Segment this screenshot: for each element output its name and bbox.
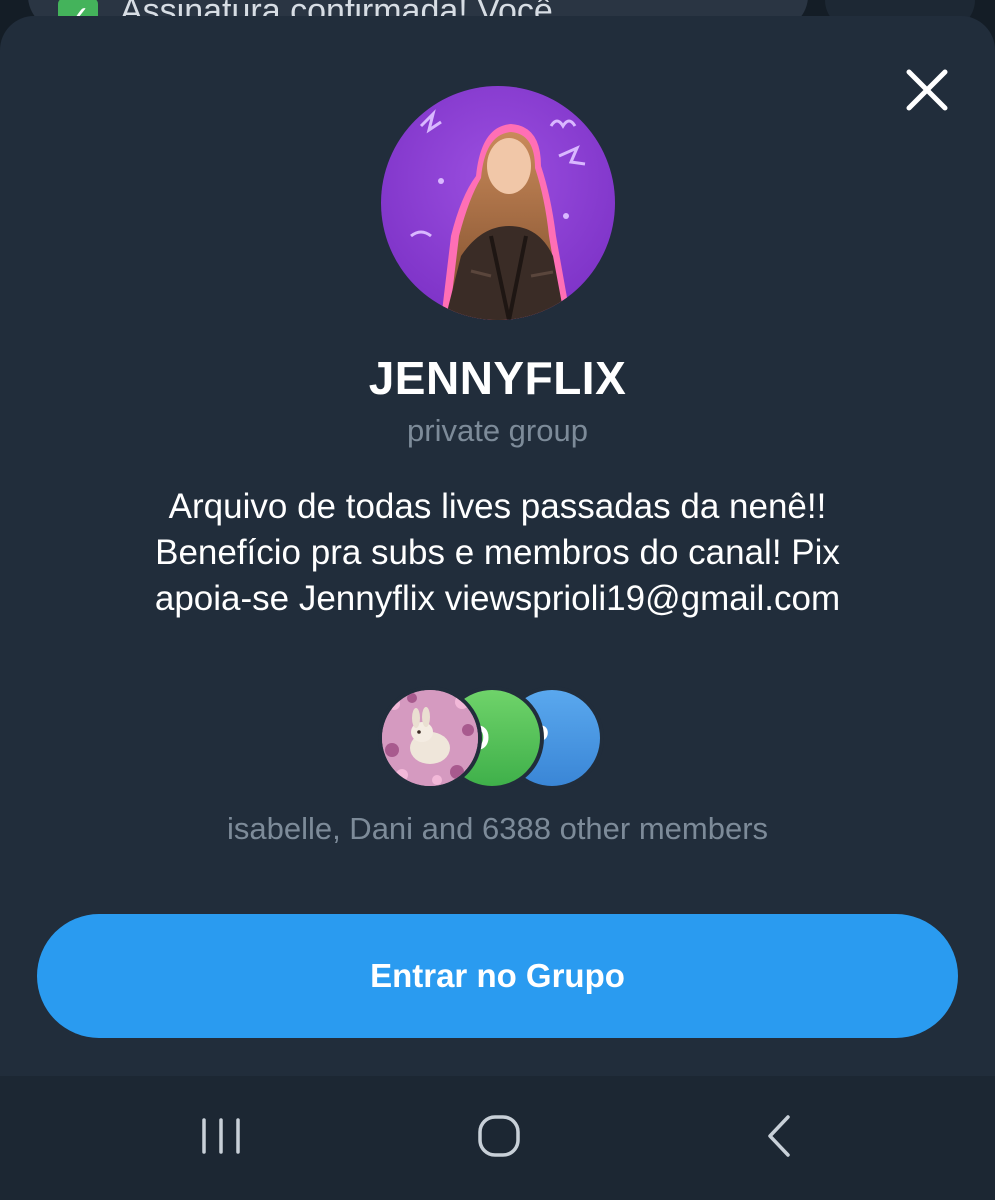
member-avatars: P D (378, 686, 622, 790)
description-line: Benefício pra subs e membros do canal! P… (155, 533, 840, 572)
screen: ✓ Assinatura confirmada! Você (0, 0, 995, 1200)
group-type-label: private group (407, 413, 588, 448)
home-button[interactable] (469, 1106, 529, 1166)
join-group-button[interactable]: Entrar no Grupo (37, 914, 958, 1038)
members-caption: isabelle, Dani and 6388 other members (226, 811, 769, 846)
recent-apps-button[interactable] (192, 1106, 252, 1166)
group-preview-sheet: JENNYFLIX private group Arquivo de todas… (0, 16, 995, 1076)
group-title: JENNYFLIX (368, 352, 627, 404)
member-avatar-photo (378, 686, 482, 790)
group-avatar (381, 86, 615, 320)
back-button[interactable] (748, 1106, 808, 1166)
description-line: Arquivo de todas lives passadas da nenê!… (168, 487, 827, 526)
back-icon (768, 1115, 790, 1157)
home-icon (478, 1115, 520, 1157)
recent-apps-icon (202, 1118, 240, 1154)
description-line: apoia-se Jennyflix viewsprioli19@gmail.c… (154, 579, 841, 618)
close-icon (906, 69, 948, 111)
group-description: Arquivo de todas lives passadas da nenê!… (60, 484, 935, 622)
navigation-bar (0, 1076, 995, 1200)
close-button[interactable] (899, 62, 955, 118)
